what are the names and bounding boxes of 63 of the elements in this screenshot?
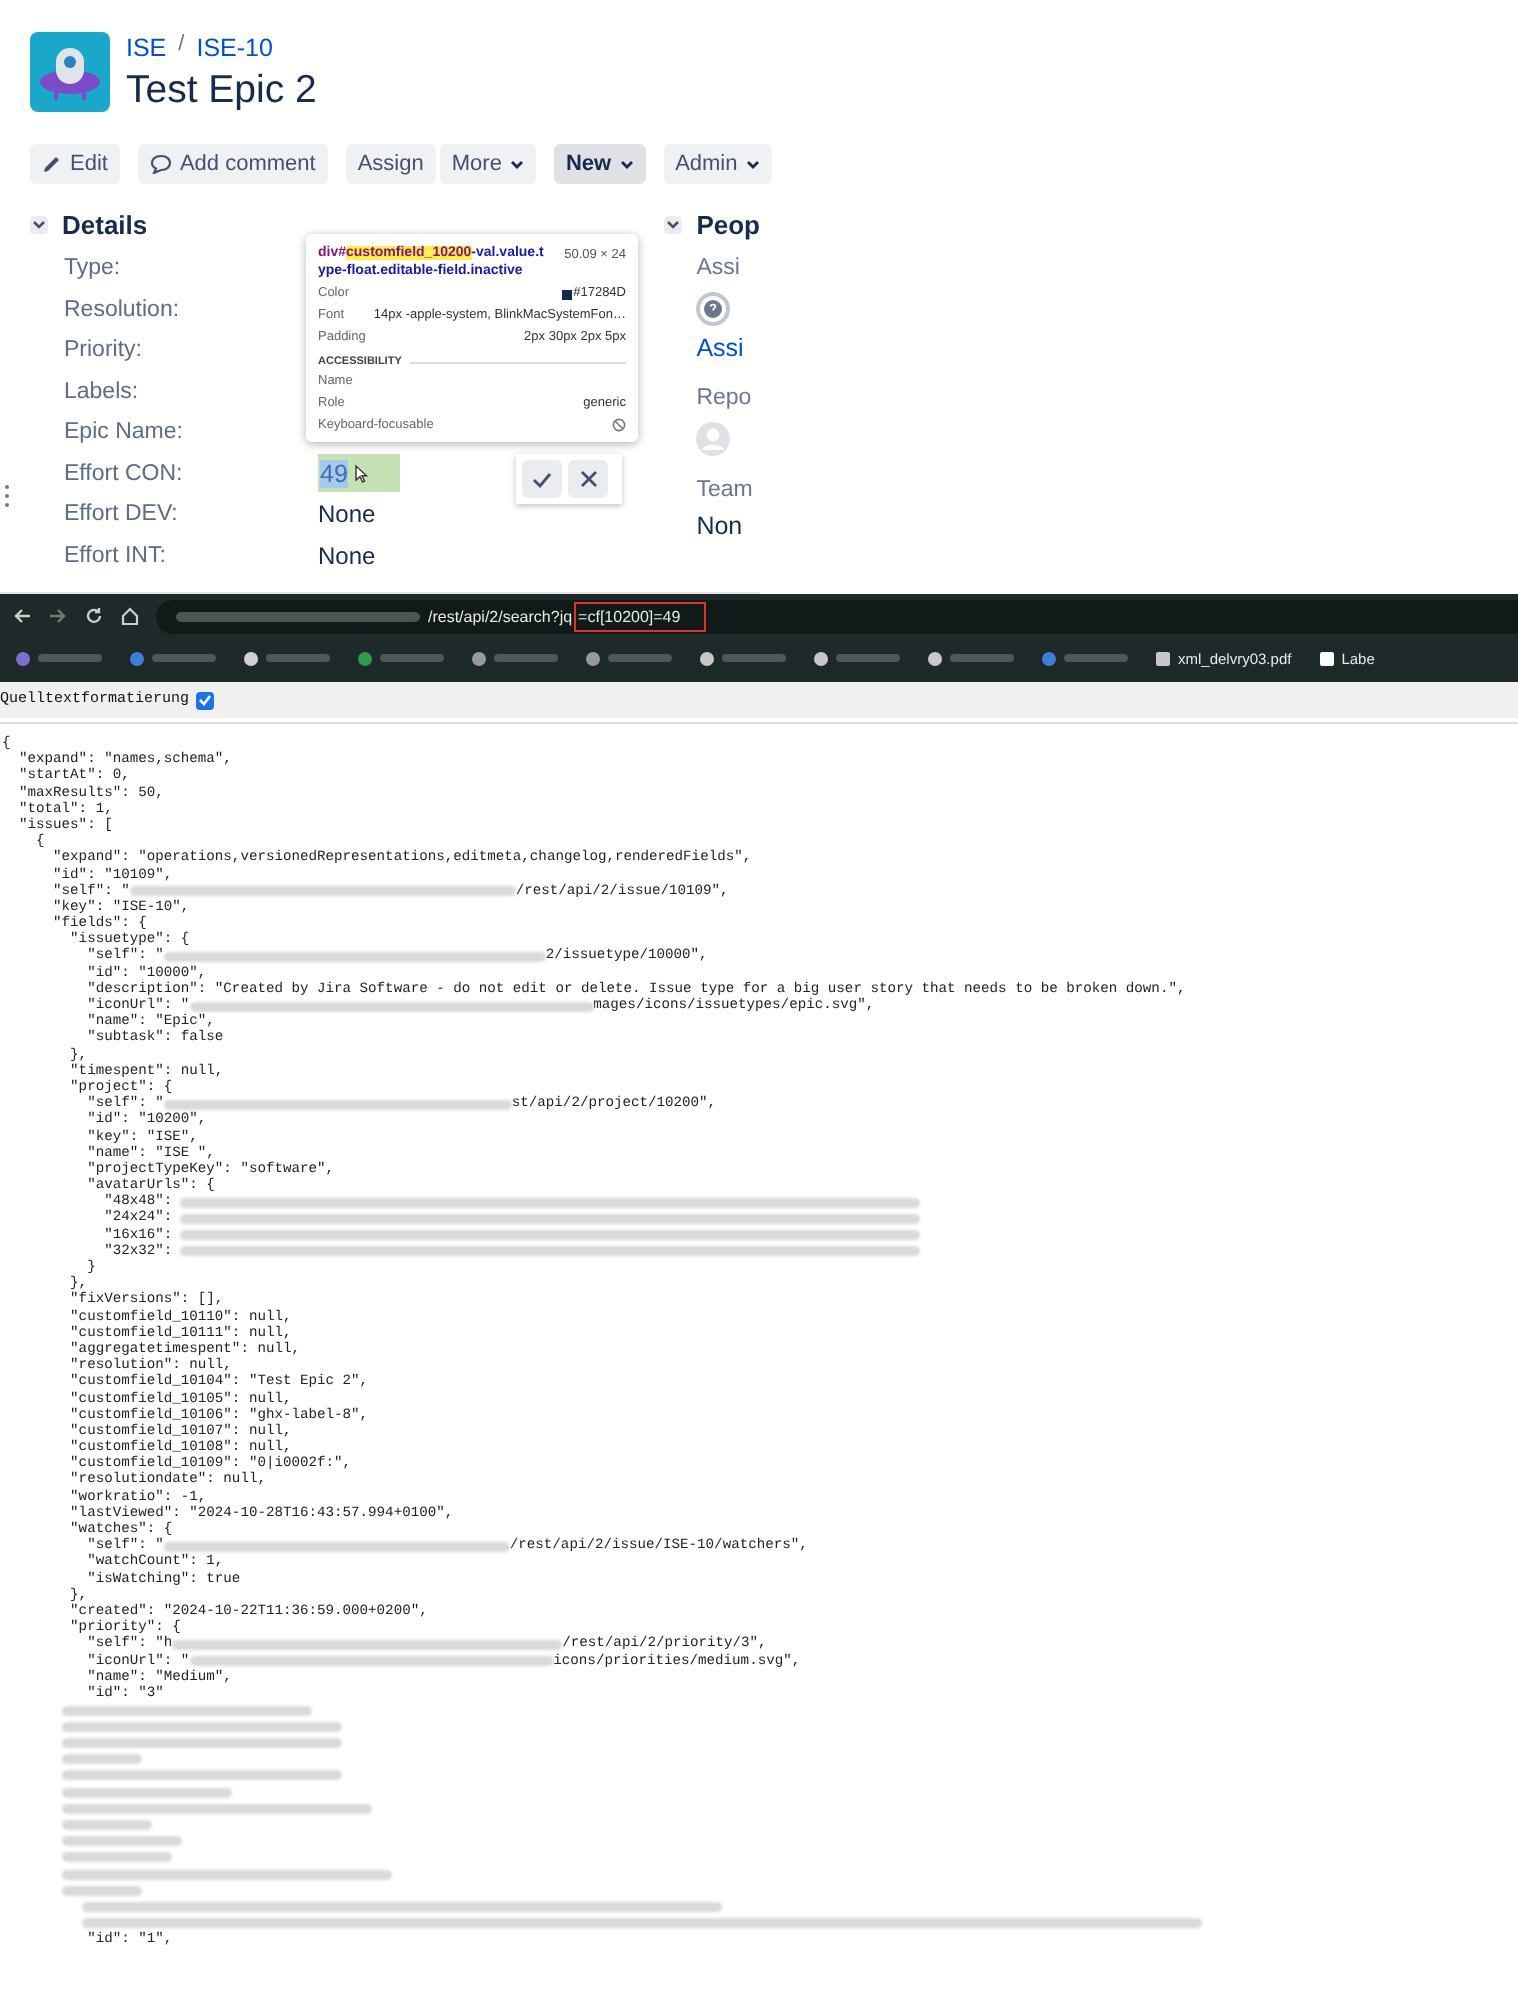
field-label: Resolution: [64, 297, 182, 322]
toolbar-button[interactable]: More [439, 144, 536, 184]
toolbar-button[interactable]: Admin [663, 144, 772, 184]
caret-icon [509, 159, 524, 169]
blurred-text [62, 1852, 172, 1863]
field-label: Priority: [64, 338, 144, 363]
chevron-icon[interactable] [30, 215, 48, 233]
blocked-icon [612, 418, 626, 432]
field-label: Effort INT: [64, 543, 168, 568]
breadcrumb-link[interactable]: ISE [126, 34, 167, 62]
close-icon [579, 470, 597, 488]
pencil-icon [42, 154, 62, 174]
blurred-text [62, 1819, 152, 1830]
speech-bubble-icon [149, 154, 172, 174]
field-label: Assi [696, 256, 742, 280]
field-value[interactable]: None [318, 500, 665, 529]
field-label: Team [696, 478, 755, 502]
bookmark[interactable] [358, 651, 444, 665]
field-label: Epic Name: [64, 420, 185, 445]
breadcrumb-separator: / [178, 32, 185, 56]
toolbar-button[interactable]: Assign [345, 144, 436, 184]
field-label: Effort DEV: [64, 502, 180, 527]
cancel-button[interactable] [568, 460, 608, 498]
cursor-icon [353, 463, 368, 484]
field-label: Effort CON: [64, 461, 185, 486]
address-bar[interactable]: /rest/api/2/search?jq =cf[10200]=49 [156, 599, 1518, 633]
bookmark[interactable] [700, 651, 786, 665]
checkbox[interactable] [195, 691, 214, 709]
unknown-user-avatar-icon [696, 292, 731, 326]
assign-link[interactable]: Assi [696, 334, 760, 362]
confirm-button[interactable] [522, 460, 562, 498]
project-avatar-icon [30, 32, 110, 112]
section-heading: Peop [696, 209, 760, 239]
field-value[interactable]: None [318, 541, 665, 570]
user-avatar-icon [696, 422, 731, 456]
bookmark[interactable] [244, 651, 330, 665]
drag-handle-icon[interactable] [4, 484, 10, 508]
home-icon[interactable] [120, 606, 140, 626]
highlighted-query: =cf[10200]=49 [574, 601, 707, 631]
caret-icon [745, 159, 760, 169]
blurred-text [62, 1885, 142, 1896]
field-label: Type: [64, 256, 123, 281]
breadcrumb-link[interactable]: ISE-10 [196, 34, 273, 62]
bookmark[interactable] [928, 651, 1014, 665]
bookmark[interactable] [472, 651, 558, 665]
checkmark-icon [532, 471, 552, 487]
caret-icon [619, 159, 634, 169]
field-value: Non [696, 512, 745, 540]
bookmark[interactable] [586, 651, 672, 665]
chevron-icon[interactable] [664, 215, 683, 233]
toolbar-button[interactable]: New [553, 144, 646, 184]
blurred-text [62, 1754, 142, 1765]
bookmark[interactable] [814, 651, 900, 665]
toolbar-button[interactable]: Edit [30, 144, 120, 184]
blurred-text [62, 1836, 182, 1847]
forward-icon[interactable] [48, 606, 68, 626]
reload-icon[interactable] [84, 606, 104, 626]
section-heading: Details [62, 209, 148, 239]
issue-title: Test Epic 2 [126, 66, 317, 116]
toolbar-button[interactable]: Add comment [137, 144, 328, 184]
back-icon[interactable] [12, 606, 32, 626]
field-label: Repo [696, 386, 754, 410]
field-label: Labels: [64, 379, 141, 404]
